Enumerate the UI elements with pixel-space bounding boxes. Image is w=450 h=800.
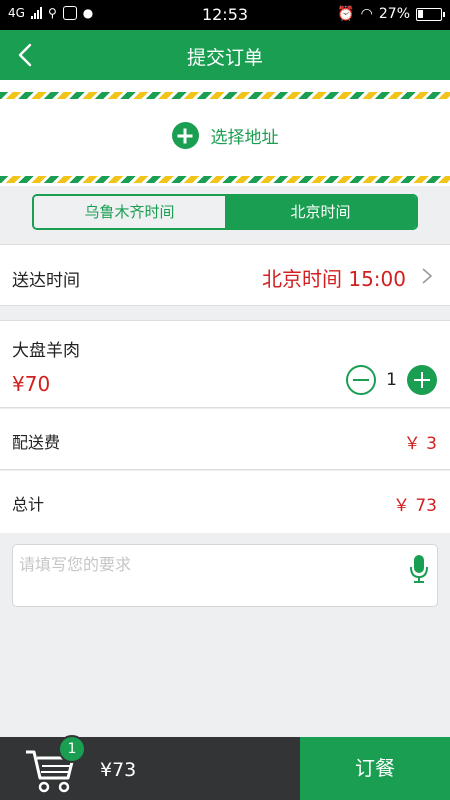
status-bar: 4G ⚲ ● 12:53 ⏰ ◠ 27% [0, 0, 450, 30]
tab-beijing-time[interactable]: 北京时间 [225, 196, 416, 228]
microphone-icon[interactable] [409, 554, 429, 584]
requirements-input[interactable] [19, 551, 399, 601]
total-amount: ￥ 73 [392, 496, 437, 516]
delivery-fee-row: 配送费 ￥ 3 [0, 409, 450, 470]
cart-count-badge: 1 [58, 735, 86, 763]
alarm-icon: ⏰ [337, 6, 355, 22]
page-title: 提交订单 [186, 47, 263, 69]
increase-quantity-button[interactable] [407, 365, 437, 395]
address-section: 选择地址 [0, 80, 450, 186]
item-name: 大盘羊肉 [12, 341, 80, 361]
status-right: ⏰ ◠ 27% [337, 6, 445, 22]
tab-urumqi-time[interactable]: 乌鲁木齐时间 [34, 196, 225, 228]
delivery-fee-label: 配送费 [12, 433, 61, 452]
quantity-stepper: 1 [346, 365, 437, 395]
delivery-time-row[interactable]: 送达时间 北京时间 15:00 [0, 244, 450, 306]
plus-circle-icon [171, 122, 199, 149]
stripe-bottom-divider [0, 176, 450, 183]
battery-percent: 27% [378, 6, 410, 22]
select-address-label: 选择地址 [210, 128, 279, 148]
battery-icon [416, 7, 445, 21]
navbar: 提交订单 [0, 30, 450, 80]
timezone-toggle: 乌鲁木齐时间 北京时间 [32, 194, 418, 230]
wifi-icon: ◠ [360, 6, 373, 22]
total-label: 总计 [12, 495, 45, 514]
order-button[interactable]: 订餐 [300, 737, 450, 800]
order-item: 大盘羊肉 ¥70 1 [0, 320, 450, 408]
decrease-quantity-button[interactable] [346, 365, 377, 395]
select-address-button[interactable]: 选择地址 [0, 122, 450, 149]
item-price: ¥70 [12, 372, 51, 396]
stripe-top-divider [0, 92, 450, 99]
battery-fill [418, 9, 423, 18]
chevron-right-icon [422, 268, 433, 284]
delivery-time-value: 北京时间 15:00 [262, 267, 406, 291]
requirements-box [12, 544, 438, 607]
delivery-time-label: 送达时间 [12, 271, 80, 291]
delivery-fee-amount: ￥ 3 [403, 434, 437, 454]
quantity-value: 1 [386, 370, 397, 390]
cart-total: ¥73 [100, 759, 137, 781]
total-row: 总计 ￥ 73 [0, 471, 450, 533]
